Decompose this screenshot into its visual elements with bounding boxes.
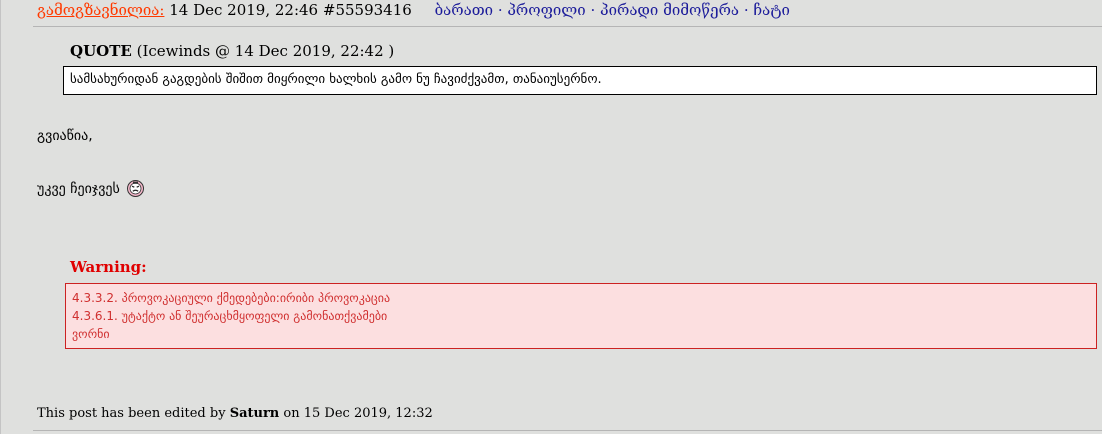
quote-header: QUOTE (Icewinds @ 14 Dec 2019, 22:42 ) [70, 42, 394, 60]
quote-box: სამსახურიდან გაგდების შიშით მიყრილი ხალხ… [63, 66, 1097, 95]
edited-note: This post has been edited by Saturn on 1… [37, 406, 433, 421]
bottom-divider [33, 430, 1102, 431]
post-datetime: 14 Dec 2019, 22:46 [169, 1, 319, 19]
warning-rule: 4.3.6.1. უტაქტო ან შეურაცხმყოფელი გამონა… [72, 309, 388, 323]
link-separator: · [590, 1, 596, 19]
author-link[interactable]: გამოგზავნილია: [37, 1, 164, 19]
profile-link[interactable]: პროფილი [507, 1, 585, 19]
forum-post: გამოგზავნილია: 14 Dec 2019, 22:46 #55593… [0, 0, 1102, 434]
post-id[interactable]: #55593416 [323, 1, 412, 19]
post-header: გამოგზავნილია: 14 Dec 2019, 22:46 #55593… [37, 0, 790, 22]
post-body-line: გვიაწია, [37, 128, 93, 144]
edited-suffix: on 15 Dec 2019, 12:32 [283, 406, 433, 421]
edited-prefix: This post has been edited by [37, 406, 226, 421]
warning-label: Warning: [70, 258, 147, 276]
warning-note: ვორნი [72, 327, 110, 341]
chat-link[interactable]: ჩატი [753, 1, 790, 19]
quote-text: სამსახურიდან გაგდების შიშით მიყრილი ხალხ… [70, 72, 602, 87]
warning-box: 4.3.3.2. პროვოკაციული ქმედებები:ირიბი პრ… [65, 283, 1097, 349]
warning-rule: 4.3.3.2. პროვოკაციული ქმედებები:ირიბი პრ… [72, 291, 391, 305]
link-separator: · [743, 1, 749, 19]
post-body-text: უკვე ჩეიჯვეს [37, 181, 120, 197]
link-separator: · [497, 1, 503, 19]
header-divider [33, 26, 1102, 27]
private-message-link[interactable]: პირადი მიმოწერა [600, 1, 739, 19]
editor-name: Saturn [229, 406, 280, 421]
quote-label: QUOTE [70, 42, 132, 60]
quote-source: (Icewinds @ 14 Dec 2019, 22:42 ) [136, 42, 395, 60]
post-body-line: უკვე ჩეიჯვეს [37, 180, 145, 197]
angry-face-icon [127, 180, 145, 197]
card-link[interactable]: ბარათი [435, 1, 493, 19]
user-links: ბარათი · პროფილი · პირადი მიმოწერა · ჩატ… [435, 1, 790, 19]
